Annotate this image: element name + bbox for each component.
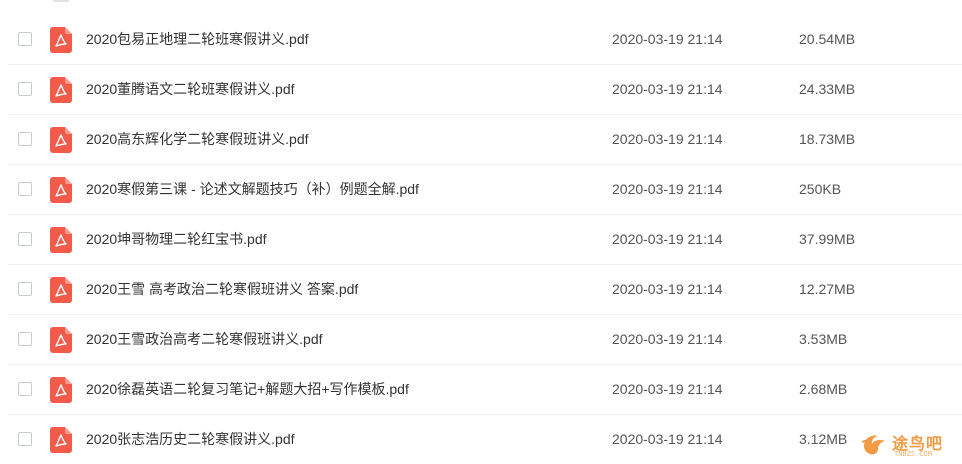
file-modified-date: 2020-03-19 21:14 xyxy=(612,181,723,197)
pdf-icon xyxy=(50,127,72,153)
file-size: 37.99MB xyxy=(799,231,856,247)
pdf-icon xyxy=(50,427,72,453)
watermark-subtext: TNBZS.COM xyxy=(894,450,932,458)
file-size: 2.68MB xyxy=(799,381,848,397)
pdf-icon xyxy=(50,227,72,253)
watermark: 途鸟吧 TNBZS.COM xyxy=(858,424,962,464)
file-size: 12.27MB xyxy=(799,281,856,297)
file-modified-date: 2020-03-19 21:14 xyxy=(612,381,723,397)
file-row[interactable]: 2020张志浩历史二轮寒假讲义.pdf 2020-03-19 21:14 3.1… xyxy=(0,415,962,464)
previous-row-edge xyxy=(53,0,69,2)
file-size: 3.12MB xyxy=(799,431,848,447)
file-modified-date: 2020-03-19 21:14 xyxy=(612,281,723,297)
pdf-icon xyxy=(50,77,72,103)
file-size: 250KB xyxy=(799,181,842,197)
pdf-icon xyxy=(50,277,72,303)
select-checkbox[interactable] xyxy=(18,282,32,296)
file-modified-date: 2020-03-19 21:14 xyxy=(612,31,723,47)
select-checkbox[interactable] xyxy=(18,332,32,346)
file-name[interactable]: 2020包易正地理二轮班寒假讲义.pdf xyxy=(86,29,309,49)
file-size: 3.53MB xyxy=(799,331,848,347)
file-name[interactable]: 2020张志浩历史二轮寒假讲义.pdf xyxy=(86,429,295,449)
file-name[interactable]: 2020王雪 高考政治二轮寒假班讲义 答案.pdf xyxy=(86,279,358,299)
file-size: 24.33MB xyxy=(799,81,856,97)
file-row[interactable]: 2020寒假第三课 - 论述文解题技巧（补）例题全解.pdf 2020-03-1… xyxy=(0,165,962,215)
file-row[interactable]: 2020坤哥物理二轮红宝书.pdf 2020-03-19 21:14 37.99… xyxy=(0,215,962,265)
file-row[interactable]: 2020王雪政治高考二轮寒假班讲义.pdf 2020-03-19 21:14 3… xyxy=(0,315,962,365)
file-modified-date: 2020-03-19 21:14 xyxy=(612,131,723,147)
select-checkbox[interactable] xyxy=(18,382,32,396)
file-list: 2020包易正地理二轮班寒假讲义.pdf 2020-03-19 21:14 20… xyxy=(0,0,962,464)
file-name[interactable]: 2020徐磊英语二轮复习笔记+解题大招+写作模板.pdf xyxy=(86,379,409,399)
file-name[interactable]: 2020王雪政治高考二轮寒假班讲义.pdf xyxy=(86,329,323,349)
file-modified-date: 2020-03-19 21:14 xyxy=(612,431,723,447)
select-checkbox[interactable] xyxy=(18,182,32,196)
file-row[interactable]: 2020董腾语文二轮班寒假讲义.pdf 2020-03-19 21:14 24.… xyxy=(0,65,962,115)
file-modified-date: 2020-03-19 21:14 xyxy=(612,81,723,97)
file-row[interactable]: 2020王雪 高考政治二轮寒假班讲义 答案.pdf 2020-03-19 21:… xyxy=(0,265,962,315)
bird-logo-icon xyxy=(861,435,885,455)
pdf-icon xyxy=(50,177,72,203)
file-name[interactable]: 2020董腾语文二轮班寒假讲义.pdf xyxy=(86,79,295,99)
file-row[interactable]: 2020包易正地理二轮班寒假讲义.pdf 2020-03-19 21:14 20… xyxy=(0,15,962,65)
file-name[interactable]: 2020寒假第三课 - 论述文解题技巧（补）例题全解.pdf xyxy=(86,179,419,199)
file-row[interactable]: 2020徐磊英语二轮复习笔记+解题大招+写作模板.pdf 2020-03-19 … xyxy=(0,365,962,415)
select-checkbox[interactable] xyxy=(18,132,32,146)
select-checkbox[interactable] xyxy=(18,432,32,446)
file-size: 18.73MB xyxy=(799,131,856,147)
file-size: 20.54MB xyxy=(799,31,856,47)
select-checkbox[interactable] xyxy=(18,32,32,46)
file-name[interactable]: 2020高东辉化学二轮寒假班讲义.pdf xyxy=(86,129,309,149)
file-row[interactable]: 2020高东辉化学二轮寒假班讲义.pdf 2020-03-19 21:14 18… xyxy=(0,115,962,165)
pdf-icon xyxy=(50,377,72,403)
pdf-icon xyxy=(50,327,72,353)
file-modified-date: 2020-03-19 21:14 xyxy=(612,231,723,247)
file-modified-date: 2020-03-19 21:14 xyxy=(612,331,723,347)
select-checkbox[interactable] xyxy=(18,232,32,246)
pdf-icon xyxy=(50,27,72,53)
select-checkbox[interactable] xyxy=(18,82,32,96)
file-name[interactable]: 2020坤哥物理二轮红宝书.pdf xyxy=(86,229,267,249)
